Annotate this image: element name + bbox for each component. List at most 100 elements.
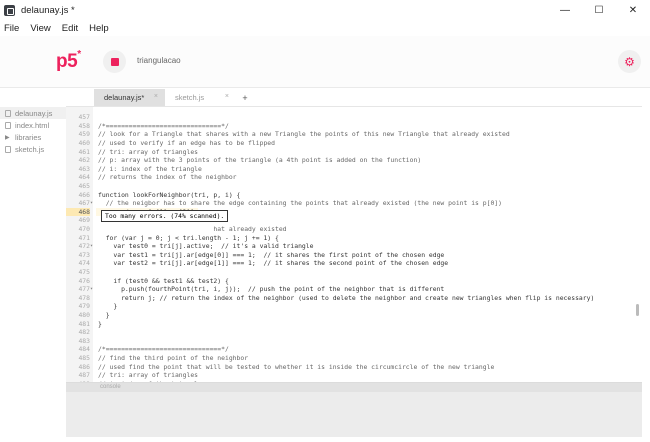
code-text: // look for a Triangle that shares with … [98, 130, 510, 139]
code-text: function lookForNeighbor(tri, p, i) { [98, 190, 241, 199]
code-line[interactable]: 458 /*==============================*/ [66, 122, 642, 131]
code-line[interactable]: 477 ▾ p.push(fourthPoint(tri, i, j)); // … [66, 285, 642, 294]
line-number: 466 [78, 190, 90, 199]
code-text: /*==============================*/ [98, 121, 229, 130]
code-line[interactable]: 481} [66, 319, 642, 328]
minimize-button[interactable]: — [548, 0, 582, 20]
code-line[interactable]: 483 [66, 336, 642, 345]
code-line[interactable]: 475 [66, 268, 642, 277]
app-icon [4, 4, 15, 16]
close-icon[interactable]: × [225, 93, 229, 100]
console-header[interactable]: console [66, 383, 642, 392]
code-line[interactable]: 461 // tri: array of triangles [66, 147, 642, 156]
code-line[interactable]: 485 // find the third point of the neighb… [66, 354, 642, 363]
toolbar: p5* triangulacao ⚙ [0, 36, 650, 88]
menu-bar: File View Edit Help [0, 20, 650, 36]
code-text: // tri: array of triangles [98, 371, 199, 380]
line-number: 483 [78, 336, 90, 345]
window-controls: — ☐ ✕ [548, 0, 650, 20]
code-line[interactable]: 480 } [66, 311, 642, 320]
code-line[interactable]: 470 hat already existed [66, 225, 642, 234]
line-number: 480 [78, 310, 90, 319]
code-text: for (var j = 0; j < tri.length - 1; j +=… [98, 233, 279, 242]
code-lines: 457 458 /*==============================*/… [66, 113, 642, 382]
sidebar-item-label: delaunay.js [15, 108, 53, 118]
code-text: var test1 = tri[j].ar[edge[0]] === 1; //… [98, 250, 445, 259]
line-number: 467 [78, 199, 90, 208]
code-editor[interactable]: 457 458 /*==============================*/… [66, 106, 642, 382]
code-line[interactable]: 459 // look for a Triangle that shares wi… [66, 130, 642, 139]
add-tab-button[interactable]: + [236, 89, 254, 106]
line-number: 478 [78, 293, 90, 302]
line-number: 479 [78, 302, 90, 311]
code-line[interactable]: 467 ▾ // the neigbor has to share the edg… [66, 199, 642, 208]
chevron-right-icon: ▶ [5, 134, 10, 141]
line-number: 485 [78, 353, 90, 362]
code-text: if (test0 && test1 && test2) { [98, 276, 229, 285]
stop-button[interactable] [103, 50, 126, 73]
line-number: 476 [78, 276, 90, 285]
line-number: 469 [78, 216, 90, 225]
settings-button[interactable]: ⚙ [618, 50, 641, 73]
code-line[interactable]: 487 // tri: array of triangles [66, 371, 642, 380]
line-number: 461 [78, 147, 90, 156]
p5-logo: p5* [56, 49, 81, 72]
code-line[interactable]: 472 ▾ var test0 = tri[j].active; // it's … [66, 242, 642, 251]
menu-file[interactable]: File [4, 23, 19, 34]
line-number: 463 [78, 164, 90, 173]
line-number: 486 [78, 362, 90, 371]
code-line[interactable]: 479 } [66, 302, 642, 311]
code-line[interactable]: 466 function lookForNeighbor(tri, p, i) { [66, 190, 642, 199]
line-number: 470 [78, 225, 90, 234]
code-line[interactable]: 473 var test1 = tri[j].ar[edge[0]] === 1… [66, 251, 642, 260]
maximize-button[interactable]: ☐ [582, 0, 616, 20]
code-text: // used find the point that will be test… [98, 362, 495, 371]
sidebar-item-index[interactable]: index.html [0, 119, 66, 131]
line-number: 481 [78, 319, 90, 328]
code-line[interactable]: 471 for (var j = 0; j < tri.length - 1; … [66, 233, 642, 242]
code-line[interactable]: 465 [66, 182, 642, 191]
sidebar-item-label: libraries [15, 132, 42, 142]
code-text: // p: array with the 3 points of the tri… [98, 156, 422, 165]
code-line[interactable]: 457 [66, 113, 642, 122]
gear-icon: ⚙ [624, 54, 635, 69]
code-line[interactable]: 460 // used to verify if an edge has to b… [66, 139, 642, 148]
sidebar-item-libraries[interactable]: ▶ libraries [0, 131, 66, 143]
code-line[interactable]: 462 // p: array with the 3 points of the … [66, 156, 642, 165]
code-text: // returns the index of the neighbor [98, 173, 237, 182]
code-line[interactable]: 463 // i: index of the triangle [66, 165, 642, 174]
sidebar-item-label: index.html [15, 120, 50, 130]
code-text: hat already existed [98, 225, 287, 234]
line-number: 468 [66, 207, 90, 216]
code-line[interactable]: 482 [66, 328, 642, 337]
code-line[interactable]: 476 if (test0 && test1 && test2) { [66, 276, 642, 285]
code-line[interactable]: 486 // used find the point that will be t… [66, 362, 642, 371]
code-text: } [98, 302, 118, 311]
tab-sketch[interactable]: sketch.js × [165, 89, 236, 106]
code-line[interactable]: 474 var test2 = tri[j].ar[edge[1]] === 1… [66, 259, 642, 268]
code-line[interactable]: 478 return j; // return the index of the… [66, 293, 642, 302]
menu-edit[interactable]: Edit [62, 23, 78, 34]
tab-delaunay[interactable]: delaunay.js* × [94, 89, 165, 106]
close-icon[interactable]: × [154, 93, 158, 100]
line-number: 472 [78, 242, 90, 251]
sidebar-item-delaunay[interactable]: delaunay.js [0, 107, 66, 119]
sketch-name: triangulacao [137, 56, 181, 65]
line-number: 477 [78, 285, 90, 294]
code-text: // i: index of the triangle [98, 164, 202, 173]
sidebar-item-sketch[interactable]: sketch.js [0, 143, 66, 155]
menu-help[interactable]: Help [89, 23, 109, 34]
code-text: var test2 = tri[j].ar[edge[1]] === 1; //… [98, 259, 449, 268]
code-line[interactable]: 484 /*==============================*/ [66, 345, 642, 354]
line-number: 473 [78, 250, 90, 259]
line-number: 465 [78, 182, 90, 191]
line-number: 464 [78, 173, 90, 182]
code-text: // find the third point of the neighbor [98, 353, 249, 362]
menu-view[interactable]: View [30, 23, 50, 34]
close-button[interactable]: ✕ [616, 0, 650, 20]
code-line[interactable]: 464 // returns the index of the neighbor [66, 173, 642, 182]
code-text: // the neigbor has to share the edge con… [98, 199, 502, 208]
scrollbar[interactable] [636, 304, 639, 316]
code-text: // tri: array of triangles [98, 147, 199, 156]
line-number: 487 [78, 371, 90, 380]
